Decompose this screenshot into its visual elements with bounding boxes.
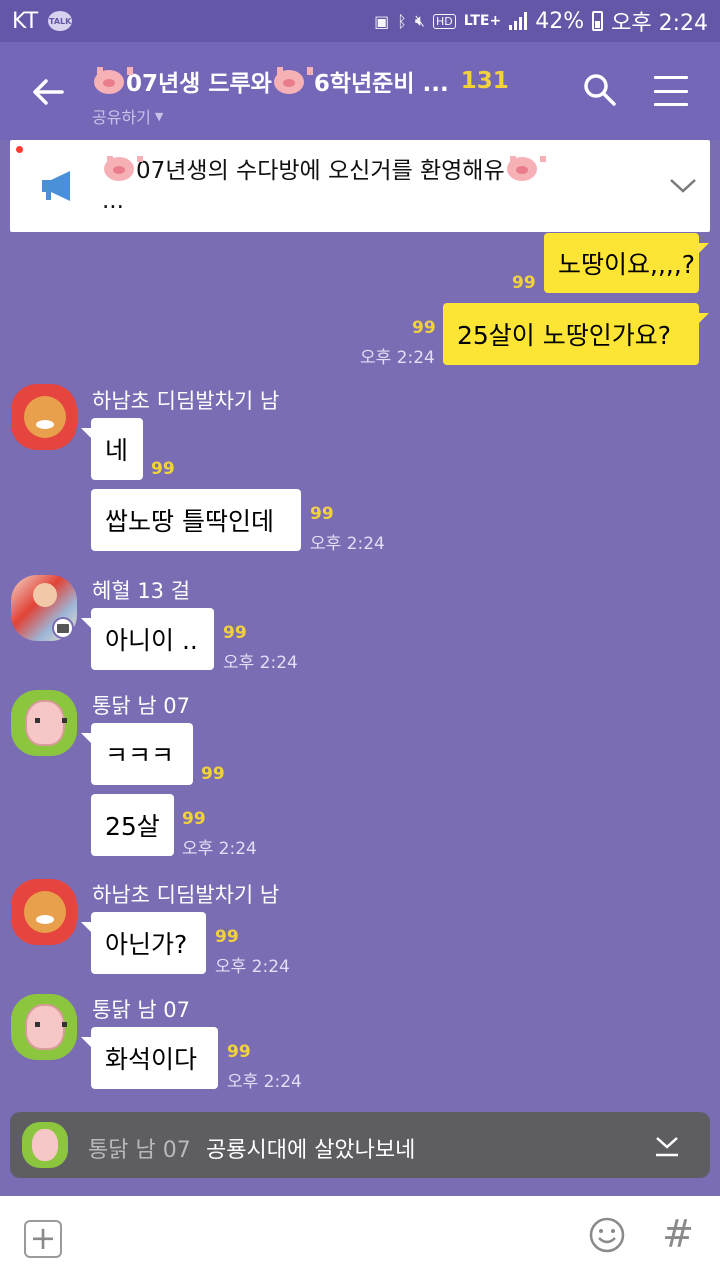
hashtag-search-button[interactable]: # (660, 1212, 696, 1256)
pig-emoji-icon (273, 67, 313, 94)
message-bubble[interactable]: 아니이 .. (81, 608, 214, 670)
message-input-bar: + # (0, 1196, 720, 1280)
battery-icon (592, 11, 604, 31)
message-time: 오후 2:24 (360, 348, 435, 368)
talk-notification-icon: TALK (48, 11, 73, 31)
unread-count: 99 (201, 764, 225, 784)
avatar[interactable] (11, 690, 77, 756)
message-input[interactable] (80, 1216, 560, 1260)
notice-text: 07년생의 수다방에 오신거를 환영해유 ... (102, 156, 642, 216)
preview-text: 공룡시대에 살았나보네 (206, 1138, 416, 1163)
preview-avatar (22, 1122, 68, 1168)
message-time: 오후 2:24 (182, 839, 257, 859)
search-button[interactable] (582, 72, 618, 108)
dropdown-caret-icon: ▼ (154, 109, 164, 123)
bluetooth-icon: ᛒ (397, 11, 407, 31)
chat-title-area[interactable]: 07년생 드루와 6학년준비 ... 131 공유하기 ▼ (92, 64, 562, 128)
sender-name: 통닭 남 07 (92, 998, 191, 1022)
data-saver-icon: ▣ (374, 11, 390, 31)
message-time: 오후 2:24 (227, 1072, 302, 1092)
message-bubble[interactable]: 화석이다 (81, 1027, 218, 1089)
message-bubble[interactable]: 네 (81, 418, 143, 480)
sender-name: 혜혈 13 걸 (92, 579, 191, 603)
unread-count: 99 (215, 927, 239, 947)
battery-percent: 42% (535, 8, 585, 34)
unread-count: 99 (223, 623, 247, 643)
new-message-preview[interactable]: 통닭 남 07 공룡시대에 살았나보네 (10, 1112, 710, 1178)
unread-count: 99 (151, 459, 175, 479)
mute-icon: 🔇︎ (414, 11, 425, 30)
share-dropdown[interactable]: 공유하기 ▼ (92, 104, 562, 128)
sender-name: 하남초 디딤발차기 남 (92, 389, 280, 413)
chat-title: 07년생 드루와 6학년준비 ... (92, 64, 449, 98)
megaphone-icon (42, 171, 70, 201)
message-bubble[interactable]: 아닌가? (81, 912, 206, 974)
scroll-to-bottom-icon[interactable] (652, 1130, 682, 1160)
status-bar: KT TALK ▣ ᛒ 🔇︎ HD LTE+ 42% 오후 2:24 (0, 0, 720, 42)
message-time: 오후 2:24 (310, 534, 385, 554)
unread-count: 99 (412, 318, 436, 338)
my-message-bubble[interactable]: 노땅이요,,,,? (544, 233, 709, 293)
message-bubble[interactable]: 쌉노땅 틀딱인데 (91, 489, 301, 551)
chat-header: 07년생 드루와 6학년준비 ... 131 공유하기 ▼ (0, 42, 720, 140)
unread-count: 99 (227, 1042, 251, 1062)
pig-emoji-icon (104, 156, 143, 181)
pig-emoji-icon (506, 156, 546, 181)
signal-icon (509, 12, 528, 30)
unread-count: 99 (310, 504, 334, 524)
message-time: 오후 2:24 (215, 957, 290, 977)
unread-count: 99 (182, 809, 206, 829)
notice-banner[interactable]: 07년생의 수다방에 오신거를 환영해유 ... (10, 140, 710, 232)
clock: 오후 2:24 (611, 11, 708, 36)
my-message-bubble[interactable]: 25살이 노땅인가요? (443, 303, 709, 365)
back-button[interactable] (28, 72, 68, 112)
message-bubble[interactable]: ㅋㅋㅋ (81, 723, 193, 785)
new-notice-dot (16, 146, 23, 153)
menu-icon (654, 76, 688, 79)
unread-count: 99 (512, 273, 536, 293)
sender-name: 통닭 남 07 (92, 694, 191, 718)
member-count: 131 (460, 68, 509, 94)
menu-button[interactable] (654, 76, 688, 106)
message-bubble[interactable]: 25살 (91, 794, 174, 856)
lte-icon: LTE+ (463, 13, 502, 29)
message-time: 오후 2:24 (223, 653, 298, 673)
pig-emoji-icon (94, 67, 133, 94)
preview-sender: 통닭 남 07 (88, 1138, 191, 1163)
expand-chevron-icon[interactable] (666, 170, 700, 200)
search-icon (584, 74, 616, 106)
attach-button[interactable]: + (24, 1220, 62, 1258)
avatar[interactable] (11, 994, 77, 1060)
avatar[interactable] (11, 879, 77, 945)
share-label: 공유하기 (92, 108, 151, 127)
profile-card-icon (52, 617, 74, 639)
back-arrow-icon (33, 79, 64, 105)
emoticon-icon[interactable] (588, 1216, 626, 1254)
carrier-label: KT (12, 8, 39, 34)
sender-name: 하남초 디딤발차기 남 (92, 883, 280, 907)
hd-voice-icon: HD (433, 13, 456, 29)
avatar[interactable] (11, 384, 77, 450)
